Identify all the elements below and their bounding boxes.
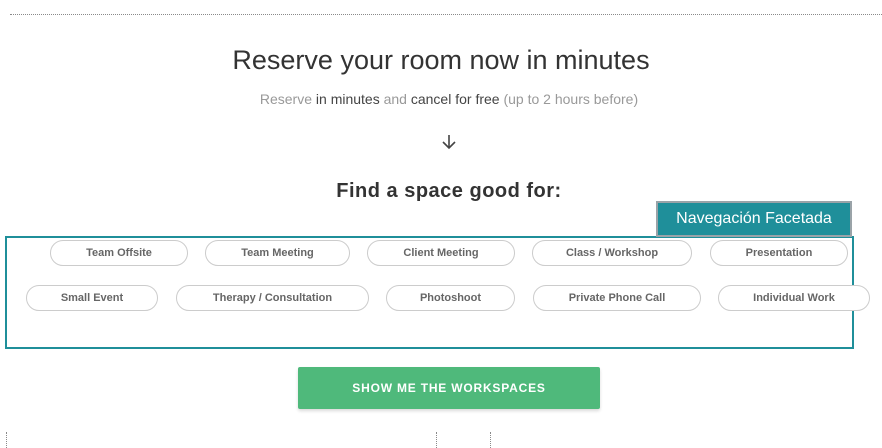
filter-small-event[interactable]: Small Event	[26, 285, 158, 311]
subtitle-part: cancel for free	[410, 91, 500, 107]
subtitle-part: (up to 2 hours before)	[503, 91, 639, 107]
filter-private-phone-call[interactable]: Private Phone Call	[533, 285, 701, 311]
filters-heading: Find a space good for:	[336, 180, 562, 202]
filter-team-offsite[interactable]: Team Offsite	[50, 240, 188, 266]
top-divider	[10, 14, 882, 15]
subtitle-part: and	[383, 91, 407, 107]
filter-individual-work[interactable]: Individual Work	[718, 285, 870, 311]
subtitle-part: in minutes	[315, 91, 380, 107]
page-subtitle: Reserve in minutes and cancel for free (…	[0, 91, 882, 107]
show-workspaces-button[interactable]: SHOW ME THE WORKSPACES	[298, 367, 600, 409]
filter-client-meeting[interactable]: Client Meeting	[367, 240, 515, 266]
bottom-divider	[490, 432, 491, 448]
faceted-navigation-label: Navegación Facetada	[656, 201, 852, 237]
filter-presentation[interactable]: Presentation	[710, 240, 848, 266]
filter-team-meeting[interactable]: Team Meeting	[205, 240, 350, 266]
page-title: Reserve your room now in minutes	[232, 45, 650, 75]
filter-class-workshop[interactable]: Class / Workshop	[532, 240, 692, 266]
arrow-down-icon	[442, 135, 456, 150]
bottom-divider	[6, 432, 7, 448]
bottom-divider	[436, 432, 437, 448]
filter-therapy-consultation[interactable]: Therapy / Consultation	[176, 285, 369, 311]
filter-photoshoot[interactable]: Photoshoot	[386, 285, 515, 311]
subtitle-part: Reserve	[259, 91, 313, 107]
